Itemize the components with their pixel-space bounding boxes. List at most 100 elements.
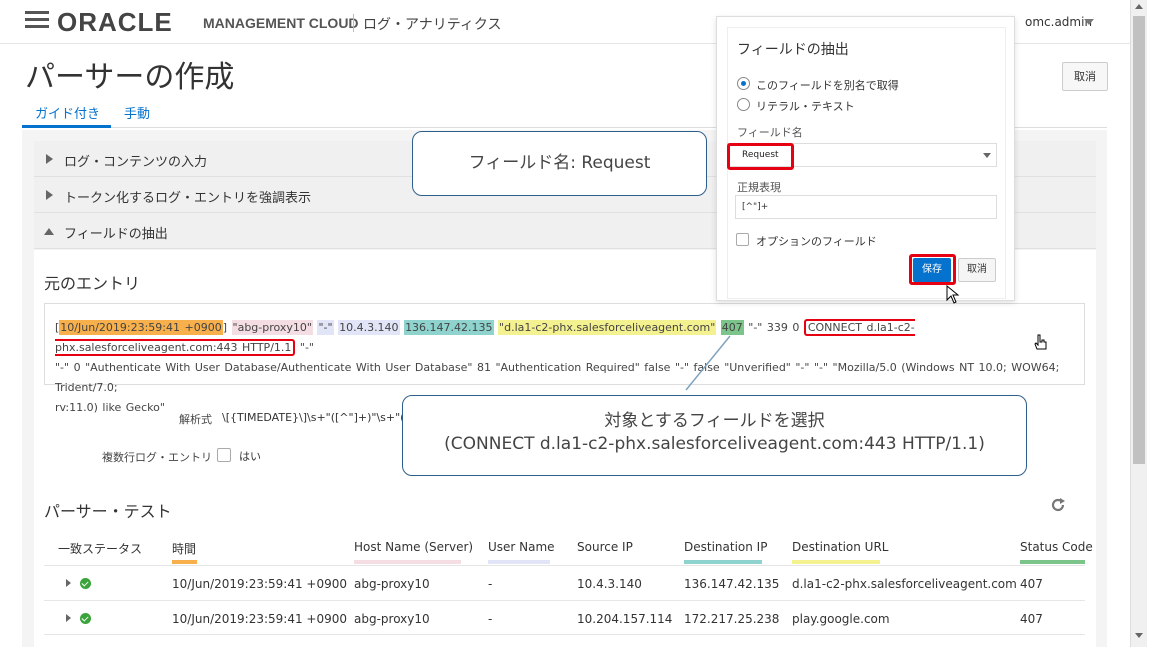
popup-cancel-button[interactable]: 取消 <box>958 258 996 282</box>
header-divider <box>353 14 354 32</box>
regex-value: [^"]+ <box>742 202 769 212</box>
page-title: パーサーの作成 <box>25 60 235 95</box>
parser-test-title: パーサー・テスト <box>44 502 172 521</box>
scroll-thumb[interactable] <box>1133 16 1145 464</box>
product-name: MANAGEMENT CLOUD <box>203 15 359 31</box>
original-entry-title: 元のエントリ <box>44 274 141 293</box>
token-source-ip[interactable]: 10.4.3.140 <box>338 320 400 335</box>
token-destination-url[interactable]: "d.la1-c2-phx.salesforceliveagent.com" <box>498 320 717 335</box>
scroll-down-icon[interactable] <box>1135 633 1143 638</box>
user-menu[interactable]: omc.admin <box>1025 15 1092 29</box>
parse-expression-value: \[{TIMEDATE}\]\s+"([^"]+)"\s+"([^"]+)" <box>222 411 402 424</box>
log-line-2: "-" 0 "Authenticate With User Database/A… <box>55 361 1060 394</box>
cell-source-ip: 10.4.3.140 <box>577 577 642 591</box>
optional-field-checkbox[interactable] <box>736 233 749 246</box>
highlight-save-button <box>909 254 956 285</box>
chevron-down-icon[interactable] <box>44 228 54 235</box>
multiline-checkbox[interactable] <box>217 448 231 462</box>
accordion-label: トークン化するログ・エントリを強調表示 <box>64 191 312 206</box>
col-match-status[interactable]: 一致ステータス <box>58 540 142 557</box>
chevron-down-icon[interactable] <box>983 153 991 158</box>
token-host[interactable]: "abg-proxy10" <box>231 320 313 335</box>
col-color-bar <box>488 560 550 564</box>
chevron-down-icon[interactable] <box>1084 19 1094 25</box>
col-user-name[interactable]: User Name <box>488 540 555 554</box>
regex-input[interactable]: [^"]+ <box>735 195 997 219</box>
multiline-label: 複数行ログ・エントリ <box>102 451 212 464</box>
radio-capture-label: このフィールドを別名で取得 <box>756 79 899 92</box>
parse-expression-label: 解析式 <box>179 413 212 426</box>
vertical-scrollbar[interactable] <box>1130 0 1147 647</box>
highlight-field-name <box>727 143 794 170</box>
app-name: ログ・アナリティクス <box>363 17 502 33</box>
col-time[interactable]: 時間 <box>172 540 196 557</box>
hamburger-menu-icon[interactable] <box>25 11 49 29</box>
col-destination-ip[interactable]: Destination IP <box>684 540 767 554</box>
token-time[interactable]: 10/Jun/2019:23:59:41 +0900 <box>59 320 223 335</box>
oracle-logo: ORACLE <box>57 7 173 37</box>
expand-row-icon[interactable] <box>66 579 71 587</box>
cell-host: abg-proxy10 <box>354 577 430 591</box>
field-name-label: フィールド名 <box>737 126 803 139</box>
table-divider <box>44 565 1085 566</box>
tab-manual[interactable]: 手動 <box>124 103 150 122</box>
hand-pointer-icon <box>1034 334 1047 350</box>
callout-field-name: フィールド名: Request <box>412 131 707 196</box>
cell-destination-ip: 136.147.42.135 <box>684 577 780 591</box>
bracket-close: ] <box>222 321 228 334</box>
regex-label: 正規表現 <box>737 181 781 194</box>
accordion-label: フィールドの抽出 <box>64 227 168 242</box>
token-user[interactable]: "-" <box>317 320 334 335</box>
cell-host: abg-proxy10 <box>354 612 430 626</box>
cell-status-code: 407 <box>1020 577 1043 591</box>
token-plain: "-" 339 0 <box>748 321 800 334</box>
tab-guided[interactable]: ガイド付き <box>35 103 100 122</box>
scroll-up-icon[interactable] <box>1135 4 1143 9</box>
col-color-bar <box>1020 560 1085 564</box>
callout-line-1: 対象とするフィールドを選択 <box>604 411 825 431</box>
multiline-option-label: はい <box>239 450 261 463</box>
token-destination-ip[interactable]: 136.147.42.135 <box>404 320 494 335</box>
log-line-3: rv:11.0) like Gecko" <box>55 401 165 414</box>
col-status-code[interactable]: Status Code <box>1020 540 1093 554</box>
table-divider <box>44 600 1085 601</box>
col-color-bar <box>172 560 197 564</box>
cell-source-ip: 10.204.157.114 <box>577 612 673 626</box>
col-host-name[interactable]: Host Name (Server) <box>354 540 473 554</box>
chevron-right-icon[interactable] <box>46 190 53 200</box>
check-circle-icon <box>80 578 91 589</box>
cell-destination-url: d.la1-c2-phx.salesforceliveagent.com <box>792 577 1017 591</box>
token-status-code[interactable]: 407 <box>720 320 744 335</box>
active-tab-indicator <box>22 125 111 128</box>
extract-field-popup: フィールドの抽出 このフィールドを別名で取得 リテラル・テキスト フィールド名 … <box>716 16 1015 304</box>
col-color-bar <box>684 560 762 564</box>
cell-user: - <box>488 612 493 626</box>
cell-destination-ip: 172.217.25.238 <box>684 612 780 626</box>
radio-capture-as-alias[interactable] <box>737 77 750 90</box>
original-entry-box: [10/Jun/2019:23:59:41 +0900] "abg-proxy1… <box>44 303 1085 414</box>
cell-time: 10/Jun/2019:23:59:41 +0900 <box>172 577 347 591</box>
token-plain: "-" <box>299 341 314 354</box>
mouse-pointer-icon <box>946 285 960 304</box>
cell-status-code: 407 <box>1020 612 1043 626</box>
cell-destination-url: play.google.com <box>792 612 890 626</box>
expand-row-icon[interactable] <box>66 614 71 622</box>
check-circle-icon <box>80 613 91 624</box>
radio-literal-text[interactable] <box>737 98 750 111</box>
chevron-right-icon[interactable] <box>46 154 53 164</box>
cell-user: - <box>488 577 493 591</box>
callout-line-2: (CONNECT d.la1-c2-phx.salesforceliveagen… <box>444 434 985 454</box>
accordion-label: ログ・コンテンツの入力 <box>64 155 208 170</box>
table-divider <box>44 634 1085 635</box>
cancel-button[interactable]: 取消 <box>1062 62 1108 91</box>
cell-time: 10/Jun/2019:23:59:41 +0900 <box>172 612 347 626</box>
col-color-bar <box>792 560 880 564</box>
col-color-bar <box>354 560 461 564</box>
popup-title: フィールドの抽出 <box>737 42 849 58</box>
col-source-ip[interactable]: Source IP <box>577 540 633 554</box>
col-destination-url[interactable]: Destination URL <box>792 540 888 554</box>
optional-field-label: オプションのフィールド <box>756 235 877 248</box>
radio-literal-label: リテラル・テキスト <box>756 100 855 113</box>
callout-select-field: 対象とするフィールドを選択 (CONNECT d.la1-c2-phx.sale… <box>402 395 1027 476</box>
refresh-icon[interactable] <box>1049 496 1067 514</box>
